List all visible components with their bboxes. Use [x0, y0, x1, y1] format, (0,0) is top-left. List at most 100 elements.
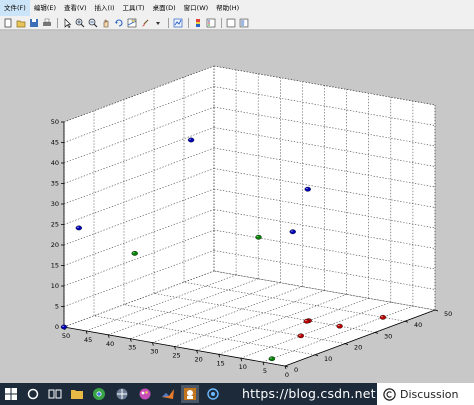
zoom-out-icon[interactable]: [87, 17, 98, 28]
data-point-highlight: [337, 324, 340, 327]
x-tick-label: 35: [128, 344, 136, 352]
data-point-series-2[interactable]: [336, 323, 343, 329]
y-tick-label: 10: [324, 355, 332, 363]
z-tick-label: 35: [51, 180, 59, 188]
data-point-series-2[interactable]: [379, 314, 387, 320]
menu-item-4[interactable]: 工具(T): [119, 0, 149, 16]
z-tick-label: 40: [51, 159, 59, 167]
y-tick-label: 30: [384, 332, 392, 340]
windows-start-icon[interactable]: [2, 385, 20, 403]
show-plot-tools-icon[interactable]: [238, 17, 249, 28]
data-point-series-1[interactable]: [131, 250, 138, 256]
x-tick-label: 5: [263, 367, 267, 375]
task-view-icon[interactable]: [46, 385, 64, 403]
menu-item-6[interactable]: 窗口(W): [180, 0, 213, 16]
brush-icon[interactable]: [139, 17, 150, 28]
file-explorer-icon[interactable]: [68, 385, 86, 403]
menu-item-5[interactable]: 桌面(D): [149, 0, 180, 16]
x-tick-label: 10: [239, 363, 247, 371]
data-point-highlight: [270, 357, 272, 359]
copyright-c-icon: [383, 387, 396, 401]
hide-plot-tools-icon[interactable]: [225, 17, 236, 28]
y-tick-mark: [374, 332, 379, 334]
data-point-series-1[interactable]: [268, 356, 276, 362]
y-tick-mark: [404, 320, 409, 323]
x-tick-label: 25: [172, 352, 180, 360]
y-tick-mark: [434, 309, 439, 312]
photo-icon[interactable]: [181, 385, 199, 403]
data-cursor-icon[interactable]: [126, 17, 137, 28]
data-point-series-0[interactable]: [289, 229, 296, 235]
data-point-highlight: [62, 325, 65, 327]
menu-item-2[interactable]: 查看(V): [60, 0, 91, 16]
y-tick-label: 40: [414, 321, 422, 329]
print-icon[interactable]: [41, 17, 52, 28]
z-tick-label: 45: [51, 139, 59, 147]
data-point-highlight: [381, 316, 383, 318]
z-tick-label: 30: [51, 200, 59, 208]
z-tick-label: 5: [55, 303, 59, 311]
x-tick-label: 40: [106, 340, 114, 348]
open-file-icon[interactable]: [15, 17, 26, 28]
x-tick-label: 0: [285, 371, 289, 379]
toolbar-separator: [168, 17, 169, 28]
data-point-series-2[interactable]: [297, 333, 304, 339]
discussion-button[interactable]: Discussion: [377, 383, 474, 405]
data-point-highlight: [298, 334, 301, 336]
toolbar-separator: [57, 17, 58, 28]
rotate-3d-icon[interactable]: [113, 17, 124, 28]
x-tick-label: 20: [194, 355, 202, 363]
z-tick-label: 10: [51, 282, 59, 290]
data-point-series-0[interactable]: [304, 186, 311, 192]
menu-item-3[interactable]: 插入(I): [91, 0, 119, 16]
y-tick-mark: [314, 354, 319, 357]
z-tick-label: 20: [51, 241, 59, 249]
x-tick-label: 45: [84, 336, 92, 344]
data-point-highlight: [256, 235, 259, 238]
figure-toolbar: [0, 16, 474, 30]
menu-item-7[interactable]: 帮助(H): [212, 0, 243, 16]
menu-item-0[interactable]: 文件(F): [0, 0, 30, 16]
plot-area[interactable]: 0510152025303540455001020304050051015202…: [0, 31, 474, 383]
paint-icon[interactable]: [136, 385, 154, 403]
toolbar-separator: [188, 17, 189, 28]
y-tick-label: 50: [444, 310, 452, 318]
watermark-url: https://blog.csdn.net: [242, 386, 376, 401]
data-point-highlight: [290, 230, 293, 232]
data-point-series-0[interactable]: [75, 225, 83, 231]
colorbar-icon[interactable]: [192, 17, 203, 28]
legend-icon[interactable]: [205, 17, 216, 28]
pointer-icon[interactable]: [61, 17, 72, 28]
save-icon[interactable]: [28, 17, 39, 28]
y-tick-mark: [344, 343, 349, 345]
new-figure-icon[interactable]: [2, 17, 13, 28]
y-tick-label: 0: [294, 366, 298, 374]
z-tick-label: 50: [51, 118, 59, 126]
menu-bar: 文件(F) 编辑(E) 查看(V) 插入(I) 工具(T) 桌面(D) 窗口(W) 帮助(H): [0, 0, 474, 16]
x-tick-label: 15: [217, 359, 225, 367]
link-plot-icon[interactable]: [172, 17, 183, 28]
data-point-series-2[interactable]: [303, 318, 310, 324]
discussion-label: Discussion: [400, 387, 459, 401]
data-point-highlight: [132, 252, 135, 254]
y-tick-label: 20: [354, 344, 362, 352]
data-point-series-0[interactable]: [187, 137, 195, 143]
data-point-highlight: [189, 138, 192, 140]
data-point-highlight: [305, 187, 308, 190]
search-circle-icon[interactable]: [24, 385, 42, 403]
chrome-icon[interactable]: [90, 385, 108, 403]
figure-canvas: 0 5 10 15 20 25 30 35 40 45 50 0 10 20 30 40 50 0 5 10 15 20 2…: [0, 31, 474, 383]
data-point-series-1[interactable]: [255, 234, 262, 240]
pan-icon[interactable]: [100, 17, 111, 28]
zoom-in-icon[interactable]: [74, 17, 85, 28]
data-point-highlight: [76, 226, 79, 228]
x-tick-label: 50: [62, 332, 70, 340]
toolbar-separator: [221, 17, 222, 28]
dropdown-arrow-icon[interactable]: [152, 17, 163, 28]
menu-item-1[interactable]: 编辑(E): [30, 0, 60, 16]
capture-icon[interactable]: [204, 385, 222, 403]
data-point-series-0[interactable]: [60, 324, 68, 330]
matlab-icon[interactable]: [159, 385, 177, 403]
x-tick-label: 30: [150, 348, 158, 356]
network-icon[interactable]: [113, 385, 131, 403]
